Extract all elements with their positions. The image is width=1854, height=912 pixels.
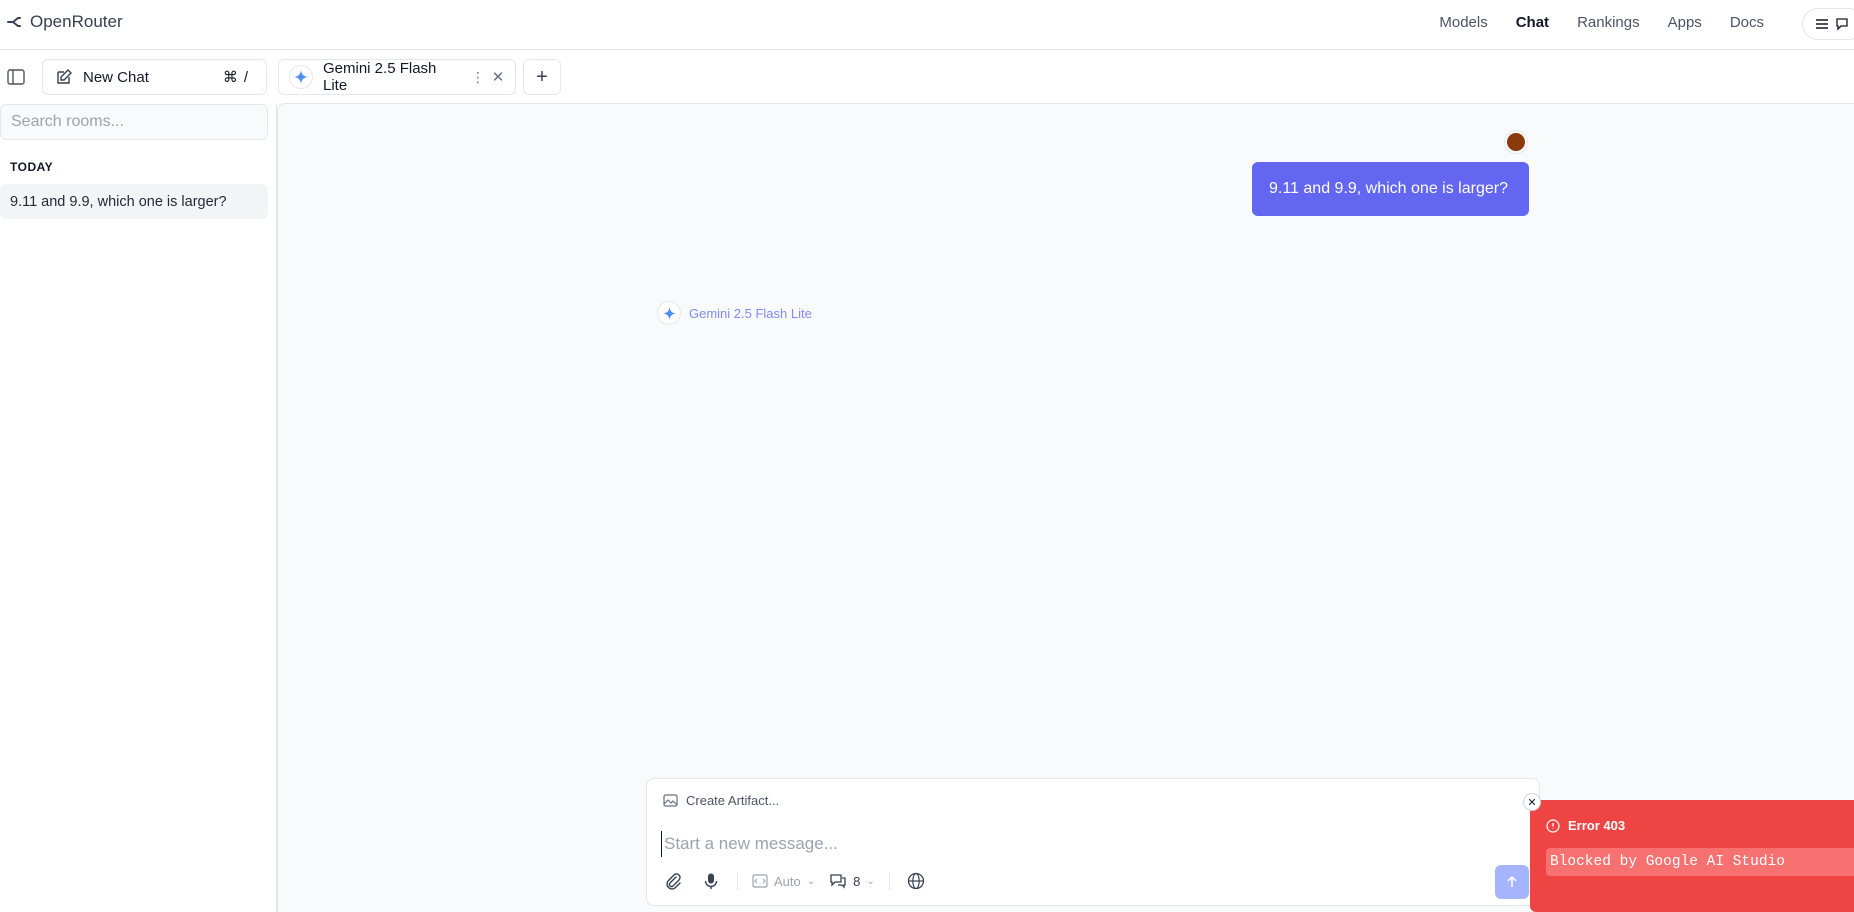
top-nav: OpenRouter Models Chat Rankings Apps Doc…	[0, 0, 1854, 50]
brand-name: OpenRouter	[30, 12, 123, 31]
search-rooms-input[interactable]	[0, 104, 268, 140]
sidebar-toggle-icon[interactable]	[6, 67, 26, 87]
code-window-icon	[752, 874, 768, 888]
nav-links: Models Chat Rankings Apps Docs	[1439, 14, 1764, 31]
gemini-star-icon	[657, 301, 681, 325]
toolbar-divider	[888, 872, 890, 890]
gemini-star-icon	[289, 65, 313, 89]
toast-title: Error 403	[1568, 818, 1626, 833]
chevron-down-icon: ⌄	[806, 875, 816, 887]
mode-select-value: Auto	[774, 873, 801, 889]
tab-bar: New Chat ⌘/ Gemini 2.5 Flash Lite ⋮ ✕ +	[0, 51, 1854, 103]
add-tab-button[interactable]: +	[523, 59, 561, 95]
image-icon	[663, 794, 678, 807]
assistant-model-name[interactable]: Gemini 2.5 Flash Lite	[689, 306, 812, 321]
section-label-today: TODAY	[10, 160, 54, 174]
create-artifact-button[interactable]: Create Artifact...	[663, 793, 779, 808]
new-chat-button[interactable]: New Chat ⌘/	[42, 59, 267, 95]
alert-circle-icon	[1546, 818, 1560, 833]
assistant-model-header: Gemini 2.5 Flash Lite	[657, 301, 812, 325]
nav-link-docs[interactable]: Docs	[1730, 14, 1764, 31]
openrouter-logo-icon	[7, 17, 21, 27]
globe-icon[interactable]	[904, 869, 928, 893]
microphone-icon[interactable]	[699, 869, 723, 893]
toast-message: Blocked by Google AI Studio	[1546, 848, 1854, 876]
compose-icon	[57, 69, 72, 84]
brand-link[interactable]: OpenRouter	[6, 12, 123, 32]
chat-bubbles-icon	[830, 874, 846, 889]
nav-link-chat[interactable]: Chat	[1516, 14, 1549, 31]
mode-select[interactable]: Auto ⌄	[752, 874, 815, 889]
user-message-bubble: 9.11 and 9.9, which one is larger?	[1252, 162, 1529, 216]
chevron-down-icon: ⌄	[866, 875, 875, 887]
toolbar-divider	[737, 872, 738, 890]
tab-options-icon[interactable]: ⋮	[471, 69, 485, 86]
toast-close-icon[interactable]: ✕	[1523, 793, 1541, 811]
context-count: 8	[853, 873, 861, 889]
message-input[interactable]	[661, 831, 1521, 857]
new-chat-label: New Chat	[83, 68, 149, 86]
send-button[interactable]	[1495, 865, 1529, 899]
chat-bubble-icon	[1836, 18, 1848, 31]
account-menu-button[interactable]	[1802, 8, 1854, 40]
composer-toolbar: Auto ⌄ 8 ⌄	[661, 869, 928, 893]
new-chat-shortcut: ⌘/	[222, 69, 254, 86]
create-artifact-label: Create Artifact...	[686, 793, 780, 808]
attach-icon[interactable]	[661, 869, 685, 893]
nav-link-rankings[interactable]: Rankings	[1577, 14, 1640, 31]
nav-link-models[interactable]: Models	[1439, 14, 1487, 31]
nav-link-apps[interactable]: Apps	[1668, 14, 1702, 31]
room-list-item[interactable]: 9.11 and 9.9, which one is larger?	[0, 184, 268, 219]
user-avatar	[1505, 131, 1527, 153]
error-toast: Error 403 Blocked by Google AI Studio	[1530, 800, 1854, 912]
arrow-up-icon	[1507, 875, 1517, 887]
chat-main-panel: 9.11 and 9.9, which one is larger? Gemin…	[277, 103, 1854, 912]
message-composer: Create Artifact... Auto ⌄ 8 ⌄	[646, 778, 1540, 906]
tab-gemini-model[interactable]: Gemini 2.5 Flash Lite ⋮ ✕	[278, 59, 516, 95]
sidebar: TODAY 9.11 and 9.9, which one is larger?	[0, 103, 277, 912]
tab-close-icon[interactable]: ✕	[491, 68, 505, 86]
context-select[interactable]: 8 ⌄	[829, 873, 875, 889]
hamburger-icon	[1816, 19, 1828, 29]
model-tab-label: Gemini 2.5 Flash Lite	[323, 60, 437, 94]
toast-title-row: Error 403	[1546, 818, 1625, 833]
